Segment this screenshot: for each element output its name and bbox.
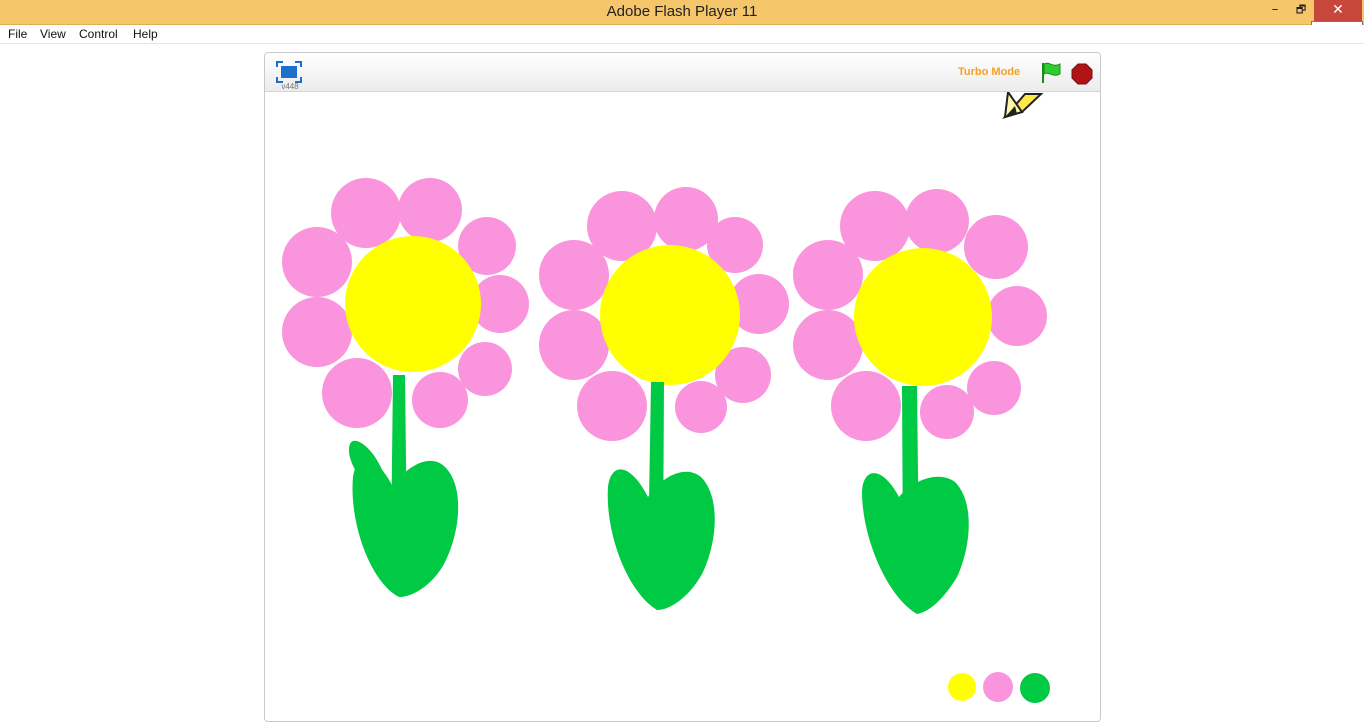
leaf-heart (862, 473, 969, 614)
restore-button[interactable]: 🗗 (1288, 0, 1314, 22)
menu-bar: File View Control Help (0, 25, 1364, 44)
pencil-icon[interactable] (1002, 92, 1044, 119)
stop-sign-icon[interactable] (1071, 63, 1093, 85)
menu-control[interactable]: Control (79, 25, 118, 43)
scratch-player: v448 Turbo Mode (264, 52, 1101, 722)
menu-file[interactable]: File (8, 25, 27, 43)
stage-canvas[interactable] (265, 92, 1100, 721)
leaf-heart (607, 469, 715, 610)
green-flag-icon[interactable] (1040, 61, 1062, 85)
flower-left (282, 178, 529, 597)
window-title: Adobe Flash Player 11 (606, 3, 758, 20)
restore-icon: 🗗 (1295, 3, 1307, 16)
pink-swatch[interactable] (983, 672, 1013, 702)
flower-middle (539, 187, 789, 610)
version-label: v448 (281, 82, 299, 91)
flower-center (854, 248, 992, 386)
color-palette (948, 672, 1050, 703)
green-swatch[interactable] (1020, 673, 1050, 703)
flower-center (600, 245, 740, 385)
yellow-swatch[interactable] (948, 673, 976, 701)
flower-right (793, 189, 1047, 614)
fullscreen-icon[interactable] (276, 61, 302, 83)
menu-view[interactable]: View (40, 25, 66, 43)
flower-center (345, 236, 481, 372)
minimize-icon: – (1271, 2, 1279, 17)
turbo-mode-label[interactable]: Turbo Mode (958, 66, 1020, 78)
player-toolbar: v448 Turbo Mode (265, 53, 1100, 92)
leaf-heart (352, 459, 459, 597)
minimize-button[interactable]: – (1262, 0, 1288, 22)
close-icon: ✕ (1332, 2, 1344, 18)
menu-help[interactable]: Help (133, 25, 158, 43)
close-button[interactable]: ✕ (1314, 0, 1362, 22)
window-title-bar[interactable]: Adobe Flash Player 11 – 🗗 ✕ (0, 0, 1364, 25)
